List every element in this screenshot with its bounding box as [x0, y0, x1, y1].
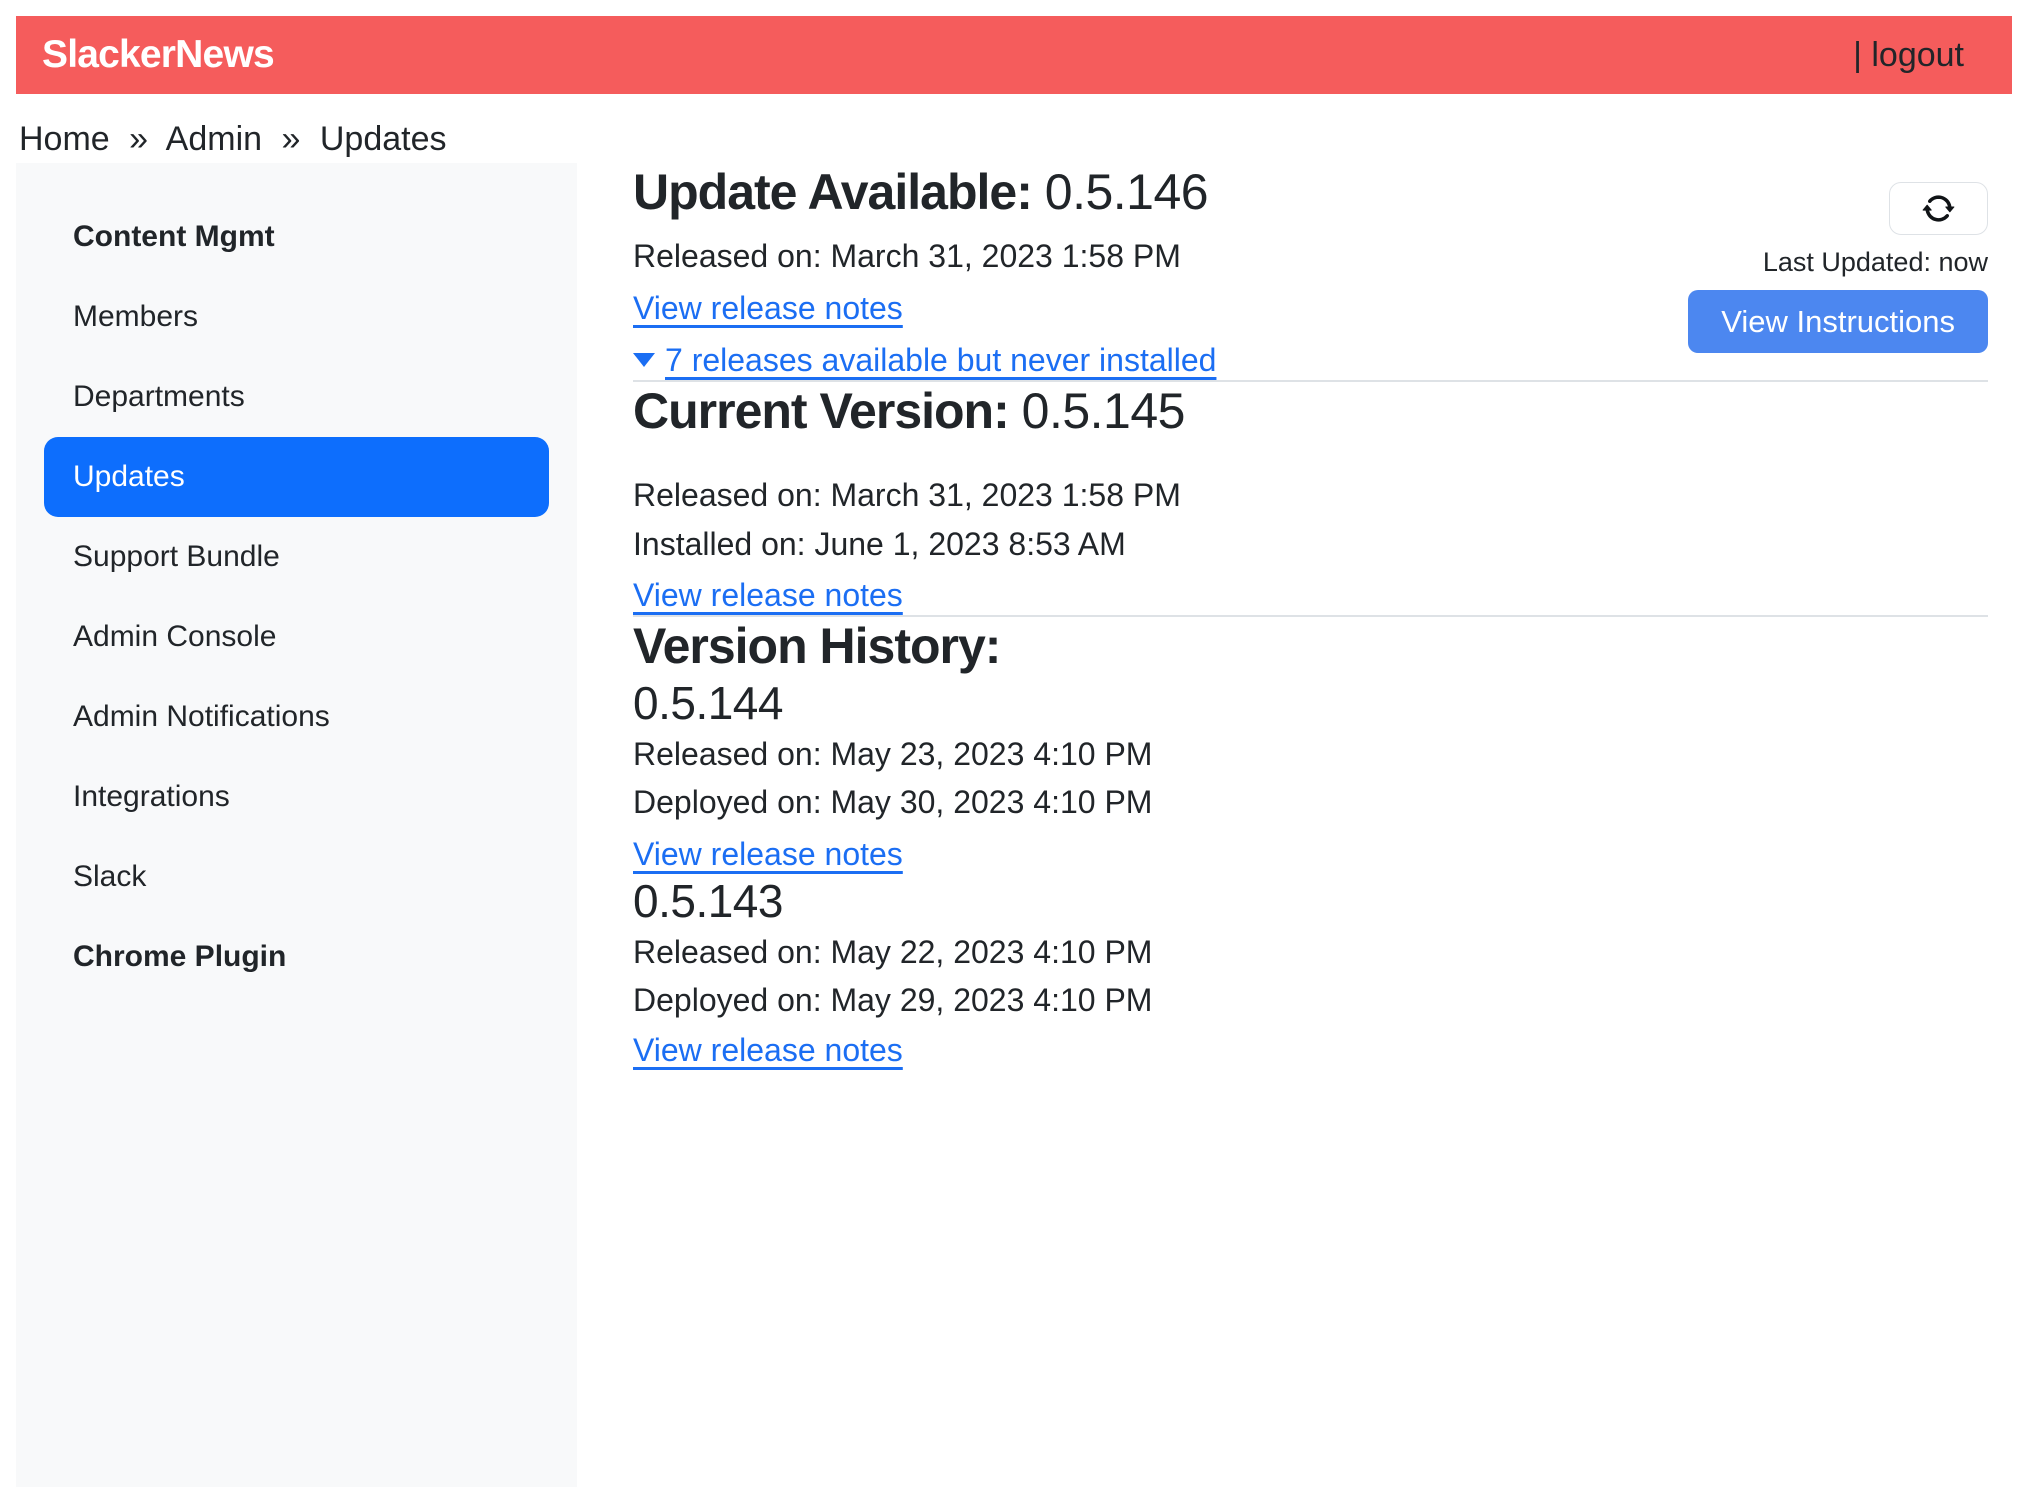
history-version-number: 0.5.143 — [633, 874, 1988, 928]
history-deployed-on: Deployed on: May 30, 2023 4:10 PM — [633, 784, 1152, 820]
history-released-on: Released on: May 22, 2023 4:10 PM — [633, 934, 1152, 970]
sidebar-item-members[interactable]: Members — [16, 277, 577, 357]
current-version-label: Current Version: — [633, 383, 1009, 439]
sidebar-item-chrome-plugin[interactable]: Chrome Plugin — [16, 917, 577, 997]
history-entry-dates: Released on: May 23, 2023 4:10 PM Deploy… — [633, 730, 1988, 826]
admin-sidebar: Content Mgmt Members Departments Updates… — [16, 163, 577, 1487]
version-history-title: Version History: — [633, 617, 1988, 676]
current-version-dates: Released on: March 31, 2023 1:58 PM Inst… — [633, 471, 1988, 569]
breadcrumb: Home » Admin » Updates — [19, 120, 447, 159]
update-available-label: Update Available: — [633, 164, 1032, 220]
update-release-notes-link[interactable]: View release notes — [633, 288, 903, 328]
main-content: Last Updated: now View Instructions Upda… — [633, 163, 1988, 1070]
never-installed-label: 7 releases available but never installed — [665, 340, 1216, 380]
sidebar-item-support-bundle[interactable]: Support Bundle — [16, 517, 577, 597]
sidebar-item-slack[interactable]: Slack — [16, 837, 577, 917]
sidebar-item-content-mgmt[interactable]: Content Mgmt — [16, 197, 577, 277]
sidebar-item-departments[interactable]: Departments — [16, 357, 577, 437]
current-installed-on: Installed on: June 1, 2023 8:53 AM — [633, 526, 1126, 562]
caret-down-icon — [633, 353, 655, 367]
breadcrumb-separator: » — [281, 120, 300, 158]
current-version-title: Current Version: 0.5.145 — [633, 382, 1988, 441]
update-available-version: 0.5.146 — [1045, 164, 1208, 220]
view-instructions-button[interactable]: View Instructions — [1688, 290, 1988, 353]
history-deployed-on: Deployed on: May 29, 2023 4:10 PM — [633, 982, 1152, 1018]
version-history-entry: 0.5.144 Released on: May 23, 2023 4:10 P… — [633, 676, 1988, 874]
current-release-notes-link[interactable]: View release notes — [633, 575, 903, 615]
current-released-on: Released on: March 31, 2023 1:58 PM — [633, 477, 1181, 513]
breadcrumb-home[interactable]: Home — [19, 120, 110, 158]
history-released-on: Released on: May 23, 2023 4:10 PM — [633, 736, 1152, 772]
logout-link[interactable]: | logout — [1853, 36, 1964, 75]
arrow-repeat-icon — [1922, 192, 1955, 225]
breadcrumb-admin[interactable]: Admin — [166, 120, 262, 158]
sidebar-item-updates[interactable]: Updates — [44, 437, 549, 517]
breadcrumb-updates[interactable]: Updates — [320, 120, 447, 158]
history-entry-dates: Released on: May 22, 2023 4:10 PM Deploy… — [633, 928, 1988, 1024]
version-history-entry: 0.5.143 Released on: May 22, 2023 4:10 P… — [633, 874, 1988, 1070]
history-release-notes-link[interactable]: View release notes — [633, 834, 903, 874]
sidebar-item-integrations[interactable]: Integrations — [16, 757, 577, 837]
current-version-number: 0.5.145 — [1022, 383, 1185, 439]
brand-logo: SlackerNews — [42, 33, 274, 77]
update-controls: Last Updated: now View Instructions — [1688, 182, 1988, 353]
refresh-button[interactable] — [1889, 182, 1988, 235]
never-installed-toggle[interactable]: 7 releases available but never installed — [633, 340, 1216, 380]
updates-admin-page: SlackerNews | logout Home » Admin » Upda… — [0, 0, 2028, 1510]
history-version-number: 0.5.144 — [633, 676, 1988, 730]
history-release-notes-link[interactable]: View release notes — [633, 1030, 903, 1070]
last-updated-text: Last Updated: now — [1763, 247, 1988, 278]
sidebar-item-admin-console[interactable]: Admin Console — [16, 597, 577, 677]
breadcrumb-separator: » — [129, 120, 148, 158]
app-header: SlackerNews | logout — [16, 16, 2012, 94]
sidebar-item-admin-notifications[interactable]: Admin Notifications — [16, 677, 577, 757]
